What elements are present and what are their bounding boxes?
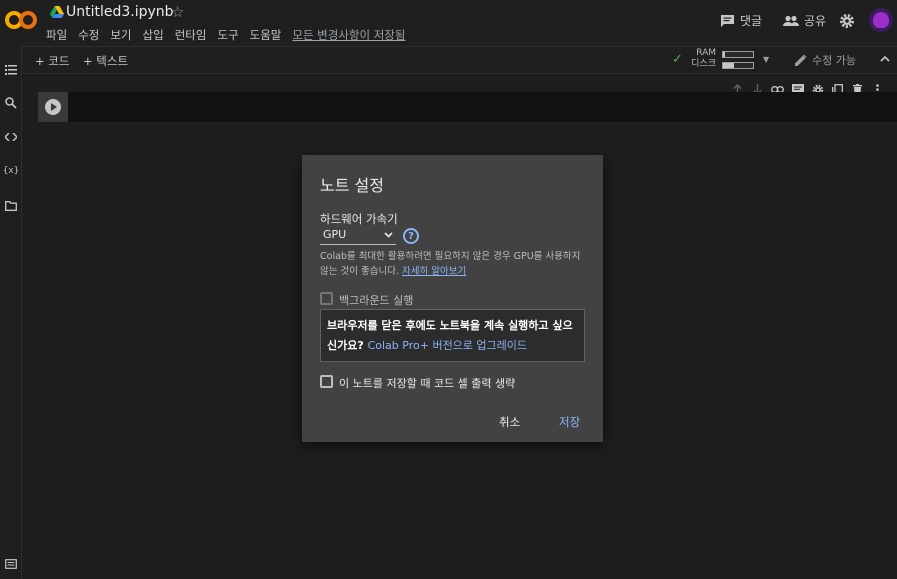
avatar[interactable] <box>869 8 893 32</box>
chevron-down-icon <box>384 228 393 244</box>
menu-help[interactable]: 도움말 <box>250 27 282 43</box>
add-code-button[interactable]: + 코드 <box>35 53 69 69</box>
share-label: 공유 <box>804 14 827 28</box>
omit-output-checkbox[interactable] <box>320 375 333 388</box>
gpu-description: Colab를 최대한 활용하려면 필요하지 않은 경우 GPU를 사용하지 않는… <box>320 250 588 279</box>
people-icon <box>783 15 799 26</box>
run-cell-button[interactable] <box>38 92 68 122</box>
chevron-up-icon[interactable] <box>880 52 890 65</box>
search-icon[interactable] <box>3 95 19 111</box>
variables-icon[interactable]: {x} <box>3 163 19 179</box>
hardware-accelerator-select[interactable]: GPU <box>320 227 396 245</box>
pencil-icon <box>795 54 807 66</box>
dialog-title: 노트 설정 <box>320 176 384 195</box>
connected-check-icon: ✓ <box>672 52 683 67</box>
notebook-title[interactable]: Untitled3.ipynb <box>66 4 174 20</box>
save-status[interactable]: 모든 변경사항이 저장됨 <box>292 27 405 43</box>
settings-button[interactable] <box>839 13 855 29</box>
menu-runtime[interactable]: 런타임 <box>175 27 207 43</box>
ram-usage-fill <box>723 52 725 57</box>
menu-view[interactable]: 보기 <box>110 27 131 43</box>
menu-insert[interactable]: 삽입 <box>143 27 164 43</box>
table-of-contents-icon[interactable] <box>3 62 19 78</box>
comment-button[interactable]: 댓글 <box>720 12 762 29</box>
ram-label: RAM <box>696 48 716 58</box>
menu-bar: 파일 수정 보기 삽입 런타임 도구 도움말 모든 변경사항이 저장됨 <box>46 27 416 43</box>
toolbar: + 코드 + 텍스트 ✓ RAM 디스크 ▼ 수정 가능 <box>22 46 897 74</box>
save-button[interactable]: 저장 <box>559 414 580 430</box>
add-text-button[interactable]: + 텍스트 <box>83 53 128 69</box>
background-execution-checkbox[interactable] <box>320 292 333 305</box>
omit-output-label: 이 노트를 저장할 때 코드 셀 출력 생략 <box>339 377 516 390</box>
edit-mode-button[interactable]: 수정 가능 <box>795 52 856 68</box>
resource-labels[interactable]: RAM 디스크 <box>688 48 716 70</box>
disk-usage-bar <box>722 62 754 69</box>
ram-usage-bar <box>722 51 754 58</box>
colab-logo-icon[interactable] <box>4 8 38 32</box>
cancel-button[interactable]: 취소 <box>499 414 520 430</box>
menu-edit[interactable]: 수정 <box>78 27 99 43</box>
comment-icon <box>721 14 734 27</box>
upgrade-promo-box: 브라우저를 닫은 후에도 노트북을 계속 실행하고 싶으신가요? Colab P… <box>320 309 585 362</box>
disk-label: 디스크 <box>691 59 716 69</box>
play-icon <box>45 99 61 115</box>
left-rail: {x} <box>0 46 22 579</box>
menu-tools[interactable]: 도구 <box>217 27 238 43</box>
folder-icon[interactable] <box>3 198 19 214</box>
code-snippets-icon[interactable] <box>3 129 19 145</box>
gear-icon <box>840 14 854 28</box>
chevron-down-icon[interactable]: ▼ <box>763 55 769 64</box>
star-icon[interactable]: ☆ <box>171 3 184 21</box>
notebook-settings-dialog: 노트 설정 하드웨어 가속기 GPU ? Colab를 최대한 활용하려면 필요… <box>302 155 603 442</box>
hardware-accelerator-value: GPU <box>323 228 347 241</box>
background-execution-label: 백그라운드 실행 <box>339 294 414 307</box>
colab-app: Untitled3.ipynb ☆ 파일 수정 보기 삽입 런타임 도구 도움말… <box>0 0 897 579</box>
menu-file[interactable]: 파일 <box>46 27 67 43</box>
comment-label: 댓글 <box>740 14 763 28</box>
help-icon[interactable]: ? <box>403 228 419 244</box>
hardware-accelerator-label: 하드웨어 가속기 <box>320 212 398 226</box>
terminal-icon[interactable] <box>3 556 19 572</box>
upgrade-link[interactable]: Colab Pro+ 버전으로 업그레이드 <box>368 339 527 352</box>
code-cell[interactable] <box>38 92 897 122</box>
share-button[interactable]: 공유 <box>783 12 826 29</box>
edit-mode-label: 수정 가능 <box>812 54 856 67</box>
header: Untitled3.ipynb ☆ 파일 수정 보기 삽입 런타임 도구 도움말… <box>0 0 897 46</box>
disk-usage-fill <box>723 63 734 68</box>
learn-more-link[interactable]: 자세히 알아보기 <box>402 266 466 277</box>
drive-icon[interactable] <box>50 6 64 18</box>
